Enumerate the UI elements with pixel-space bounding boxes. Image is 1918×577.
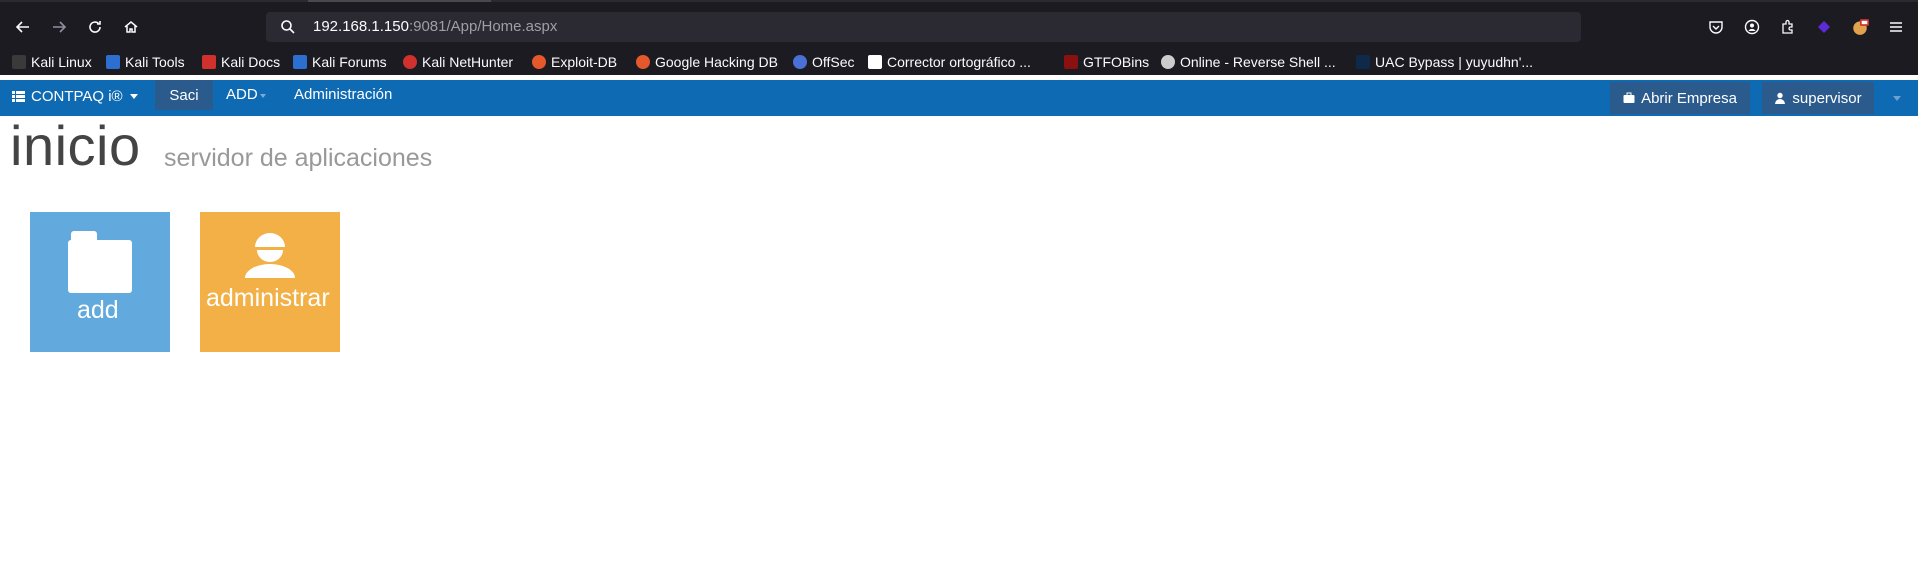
kali-tools-icon [106,55,120,69]
url-text[interactable]: 192.168.1.150:9081/App/Home.aspx [313,18,557,35]
bookmark-uac-bypass[interactable]: UAC Bypass | yuyudhn'... [1356,53,1533,71]
chevron-down-icon[interactable] [1893,96,1901,101]
menu-saci[interactable]: Saci [155,80,213,110]
pocket-icon [1709,21,1723,34]
bookmark-gtfobins[interactable]: GTFOBins [1064,53,1149,71]
bookmark-label: Kali Forums [312,54,387,70]
user-menu-button[interactable]: supervisor [1762,82,1874,114]
bookmarks-bar: Kali Linux Kali Tools Kali Docs Kali For… [0,50,1918,75]
url-path: :9081/App/Home.aspx [408,18,558,35]
url-bar[interactable]: 192.168.1.150:9081/App/Home.aspx [266,12,1581,42]
offsec-icon [793,55,807,69]
hamburger-icon [1890,22,1902,32]
url-host: 192.168.1.150 [313,18,409,35]
bookmark-label: GTFOBins [1083,54,1150,70]
bookmark-label: Kali Tools [125,54,185,70]
list-icon [12,91,25,102]
menu-admin-label: Administración [294,86,393,103]
bookmark-exploit-db[interactable]: Exploit-DB [532,53,617,71]
bookmark-kali-forums[interactable]: Kali Forums [293,53,387,71]
kali-docs-icon [202,55,216,69]
bookmark-label: Exploit-DB [551,54,618,70]
gtfobins-icon [1064,55,1078,69]
menu-saci-label: Saci [169,86,199,104]
bookmark-label: Google Hacking DB [655,54,778,70]
pocket-button[interactable] [1703,14,1729,40]
menu-add[interactable]: ADD [226,86,266,103]
tile-add-label: add [77,296,119,324]
exploit-db-icon [532,55,546,69]
kali-forums-icon [293,55,307,69]
reload-button[interactable] [82,14,108,40]
extension-purple-button[interactable] [1811,14,1837,40]
bookmark-ghdb[interactable]: Google Hacking DB [636,53,778,71]
bookmark-label: UAC Bypass | yuyudhn'... [1375,54,1534,70]
brand-dropdown[interactable]: CONTPAQ i® [12,88,138,105]
uac-bypass-icon [1356,55,1370,69]
bookmark-reverse-shell[interactable]: Online - Reverse Shell ... [1161,53,1336,71]
corrector-icon [868,55,882,69]
bookmark-label: Kali NetHunter [422,54,514,70]
abrir-empresa-button[interactable]: Abrir Empresa [1610,82,1750,114]
bookmark-kali-tools[interactable]: Kali Tools [106,53,185,71]
back-button[interactable] [10,14,36,40]
chevron-down-icon [259,94,266,98]
user-icon [1775,92,1786,104]
search-icon [281,20,295,34]
reload-icon [89,21,101,33]
menu-administracion[interactable]: Administración [294,86,392,103]
page-title: inicio [10,114,141,177]
home-icon [124,21,138,33]
bookmark-offsec[interactable]: OffSec [793,53,855,71]
extension-cookie-button[interactable] [1847,14,1873,40]
extensions-button[interactable] [1775,14,1801,40]
menu-button[interactable] [1883,14,1909,40]
bookmark-label: Corrector ortográfico ... [887,54,1031,70]
bookmark-label: Online - Reverse Shell ... [1180,54,1336,70]
diamond-extension-icon [1818,21,1830,33]
menu-add-label: ADD [226,86,258,103]
page-subtitle: servidor de aplicaciones [164,144,433,172]
arrow-right-icon [53,21,67,33]
tile-add[interactable]: add [30,212,170,352]
user-icon [245,233,295,278]
bookmark-corrector[interactable]: Corrector ortográfico ... [868,53,1031,71]
home-button[interactable] [118,14,144,40]
account-button[interactable] [1739,14,1765,40]
puzzle-icon [1782,19,1793,34]
bookmark-kali-linux[interactable]: Kali Linux [12,53,92,71]
bookmark-label: Kali Docs [221,54,281,70]
ghdb-icon [636,55,650,69]
account-icon [1744,19,1760,35]
abrir-empresa-label: Abrir Empresa [1641,89,1737,107]
bookmark-label: OffSec [812,54,855,70]
bookmark-label: Kali Linux [31,54,92,70]
user-name-label: supervisor [1792,89,1862,107]
skull-icon [1161,55,1175,69]
forward-button[interactable] [46,14,72,40]
chevron-down-icon [129,94,138,99]
kali-dragon-icon [12,55,26,69]
folder-icon [68,231,132,293]
arrow-left-icon [15,21,29,33]
tile-administrar[interactable]: administrar [200,212,340,352]
browser-toolbar: 192.168.1.150:9081/App/Home.aspx [0,0,1918,54]
nethunter-icon [403,55,417,69]
cookie-extension-icon [1853,19,1869,35]
bookmark-kali-nethunter[interactable]: Kali NetHunter [403,53,513,71]
briefcase-icon [1623,92,1635,103]
brand-label: CONTPAQ i® [31,88,123,105]
bookmark-kali-docs[interactable]: Kali Docs [202,53,280,71]
tile-administrar-label: administrar [206,284,330,312]
